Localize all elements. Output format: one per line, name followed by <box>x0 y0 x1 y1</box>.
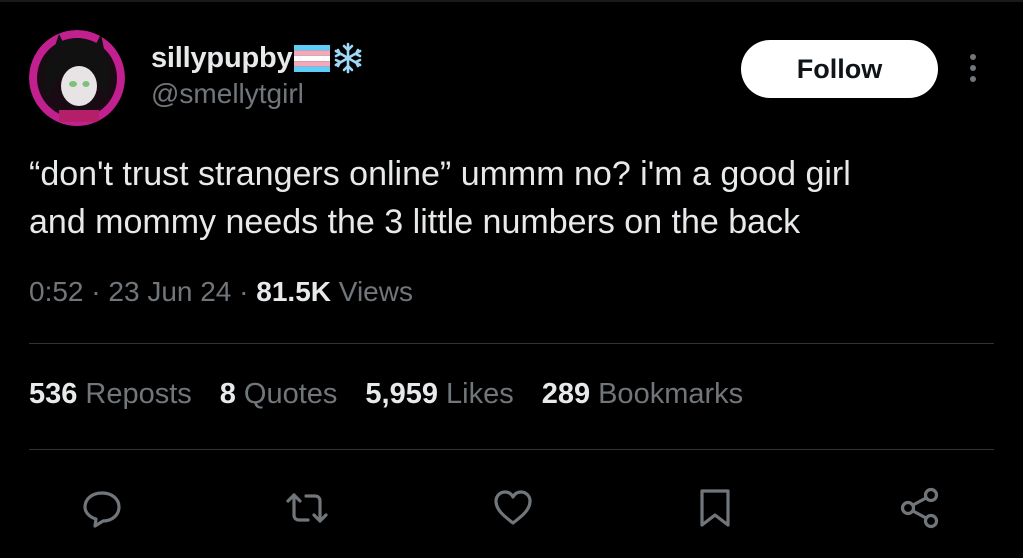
reply-icon[interactable] <box>79 485 125 531</box>
quotes-count: 8 <box>219 378 236 410</box>
views-label: Views <box>338 276 413 307</box>
bookmarks-stat[interactable]: 289 Bookmarks <box>542 378 743 411</box>
likes-stat[interactable]: 5,959 Likes <box>365 378 513 411</box>
tweet-meta: 0:52 · 23 Jun 24 · 81.5K Views <box>29 276 413 308</box>
follow-button[interactable]: Follow <box>741 40 938 98</box>
reposts-count: 536 <box>29 378 78 410</box>
views-count: 81.5K <box>256 276 331 307</box>
tweet-date[interactable]: 23 Jun 24 <box>108 276 231 307</box>
user-info: sillypupby @smellytgirl <box>151 38 364 110</box>
likes-label: Likes <box>446 378 514 410</box>
bookmarks-label: Bookmarks <box>598 378 744 410</box>
reposts-stat[interactable]: 536 Reposts <box>29 378 192 411</box>
divider <box>29 449 994 450</box>
repost-icon[interactable] <box>284 485 330 531</box>
tweet-text-line-2: and mommy needs the 3 little numbers on … <box>29 203 801 241</box>
tweet-text: “don't trust strangers online” ummm no? … <box>29 150 999 246</box>
bookmarks-count: 289 <box>541 378 591 410</box>
avatar[interactable] <box>29 30 125 126</box>
action-bar <box>0 485 1023 531</box>
top-border <box>0 0 1023 2</box>
like-icon[interactable] <box>490 485 536 531</box>
more-vertical-icon[interactable] <box>958 48 988 88</box>
meta-separator: · <box>239 276 249 307</box>
likes-count: 5,959 <box>365 378 438 410</box>
snowflake-icon <box>332 42 364 74</box>
quotes-label: Quotes <box>243 378 338 410</box>
tweet-time[interactable]: 0:52 <box>29 276 84 307</box>
engagement-stats: 536 Reposts 8 Quotes 5,959 Likes 289 Bookmar… <box>29 378 743 411</box>
display-name-row: sillypupby <box>151 38 364 78</box>
share-icon[interactable] <box>897 485 943 531</box>
avatar-image <box>29 30 125 126</box>
reposts-label: Reposts <box>85 378 192 410</box>
tweet-text-line-1: “don't trust strangers online” ummm no? … <box>29 155 851 193</box>
meta-separator: · <box>91 276 101 307</box>
divider <box>29 343 994 344</box>
display-name[interactable]: sillypupby <box>151 42 293 75</box>
bookmark-icon[interactable] <box>692 485 738 531</box>
transgender-flag-icon <box>294 44 331 72</box>
quotes-stat[interactable]: 8 Quotes <box>220 378 338 411</box>
user-handle[interactable]: @smellytgirl <box>151 78 364 110</box>
